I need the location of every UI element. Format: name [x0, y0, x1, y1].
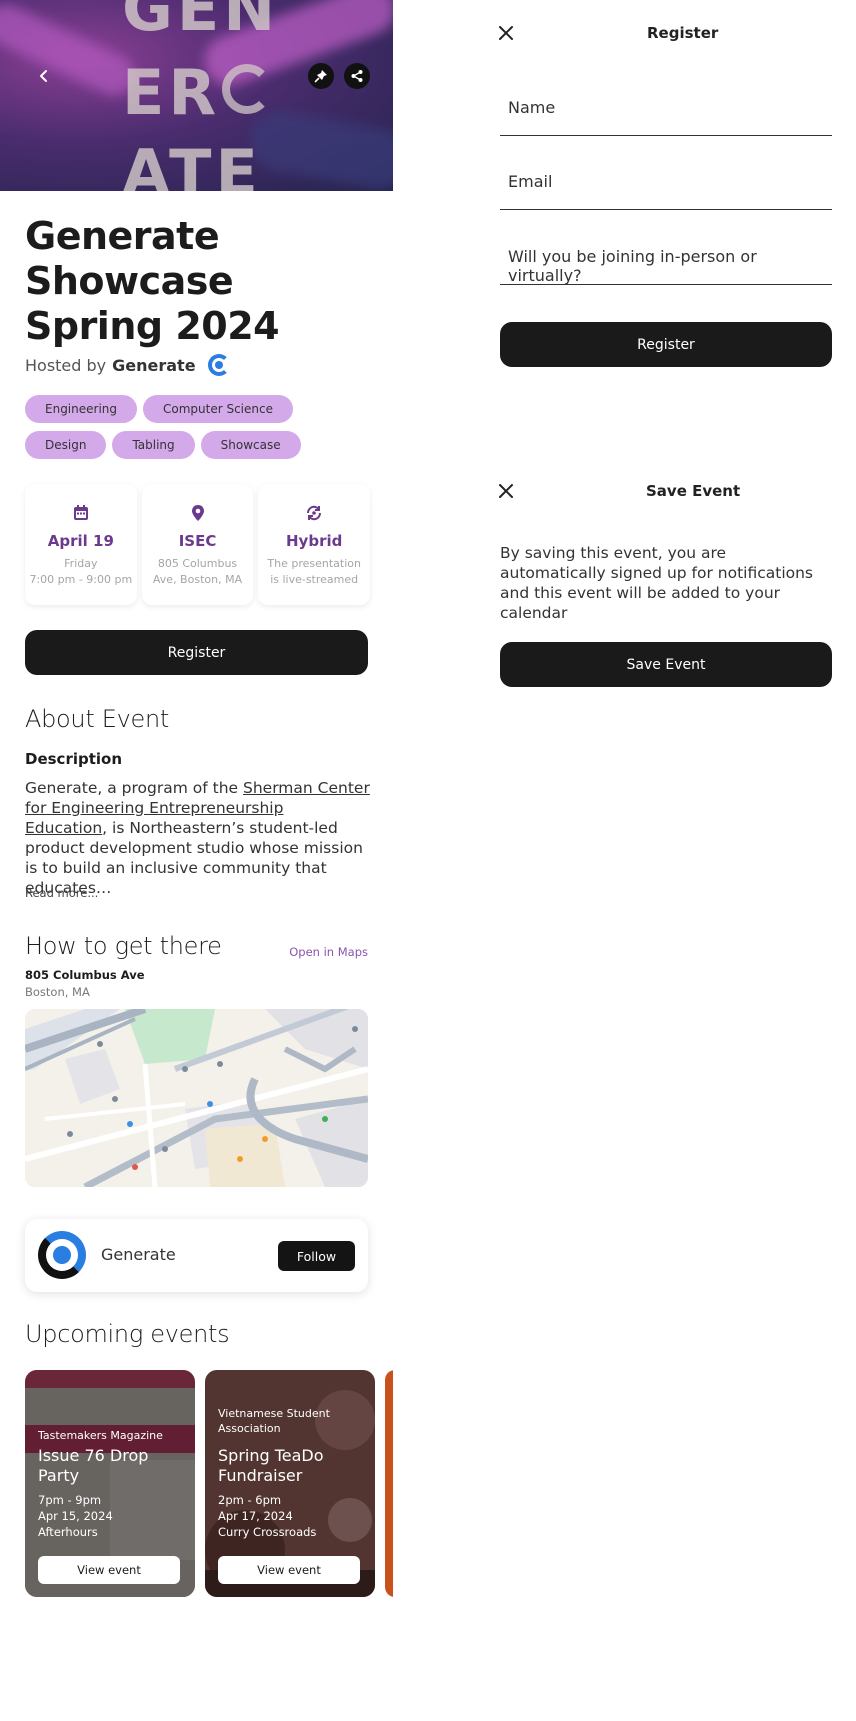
email-field[interactable]: Email [500, 172, 832, 210]
save-modal-title: Save Event [646, 482, 741, 500]
event-place: Curry Crossroads [218, 1525, 317, 1539]
back-button[interactable] [30, 62, 58, 90]
description-heading: Description [25, 750, 123, 768]
hybrid-sync-icon [307, 505, 322, 521]
event-banner: GEN ER ATE [0, 0, 393, 191]
about-heading: About Event [25, 705, 170, 733]
save-event-button[interactable]: Save Event [500, 642, 832, 687]
event-title: Issue 76 Drop Party [38, 1446, 149, 1485]
read-more-link[interactable]: Read more... [25, 886, 98, 900]
date-main: April 19 [47, 532, 114, 550]
follow-button[interactable]: Follow [278, 1241, 355, 1271]
organizer-logo-icon [38, 1231, 86, 1279]
event-card-spring-teado[interactable]: Vietnamese Student Association Spring Te… [205, 1370, 375, 1597]
tag-chip[interactable]: Showcase [200, 431, 301, 459]
description-text: Generate, a program of the [25, 779, 243, 797]
banner-text-3: ATE [122, 136, 262, 192]
event-title: Spring TeaDo Fundraiser [218, 1446, 324, 1485]
event-organizer: Vietnamese Student Association [218, 1407, 330, 1435]
view-event-button[interactable]: View event [38, 1556, 180, 1584]
register-submit-button[interactable]: Register [500, 322, 832, 367]
name-field[interactable]: Name [500, 98, 832, 136]
pin-button[interactable] [308, 63, 334, 89]
attendance-field[interactable]: Will you be joining in-person or virtual… [500, 247, 832, 285]
open-in-maps-link[interactable]: Open in Maps [289, 945, 368, 959]
organizer-card[interactable]: Generate Follow [25, 1219, 368, 1292]
location-address: 805 Columbus Ave, Boston, MA [152, 557, 243, 586]
banner-logo-icon [222, 64, 272, 114]
banner-text-2: ER [122, 56, 221, 129]
address-street: 805 Columbus Ave [25, 968, 145, 982]
tag-chip[interactable]: Computer Science [143, 395, 293, 423]
share-button[interactable] [344, 63, 370, 89]
location-pin-icon [191, 505, 204, 521]
register-modal-title: Register [647, 24, 719, 42]
event-info-cards: April 19 Friday 7:00 pm - 9:00 pm ISEC 8… [25, 484, 371, 605]
tag-chip[interactable]: Tabling [112, 431, 195, 459]
event-details: 2pm - 6pm Apr 17, 2024 Curry Crossroads [218, 1492, 316, 1540]
location-map[interactable] [25, 1009, 368, 1187]
calendar-icon [73, 505, 88, 520]
register-button[interactable]: Register [25, 630, 368, 675]
address-city: Boston, MA [25, 985, 90, 999]
map-image [25, 1009, 368, 1187]
save-modal-message: By saving this event, you are automatica… [500, 544, 814, 622]
directions-heading: How to get there [25, 932, 222, 960]
banner-text-1: GEN [122, 0, 280, 45]
mode-main: Hybrid [286, 532, 343, 550]
event-date: Apr 15, 2024 [38, 1509, 113, 1523]
tag-chip[interactable]: Engineering [25, 395, 137, 423]
share-icon [351, 70, 363, 82]
hosted-by: Hosted by Generate [25, 354, 230, 376]
organizer-name: Generate [101, 1245, 176, 1264]
pin-icon [314, 70, 327, 83]
date-time: 7:00 pm - 9:00 pm [29, 573, 133, 586]
host-name-link[interactable]: Generate [112, 356, 195, 375]
event-details: 7pm - 9pm Apr 15, 2024 Afterhours [38, 1492, 113, 1540]
event-place: Afterhours [38, 1525, 98, 1539]
mode-desc: The presentation is live-streamed [267, 557, 361, 586]
event-organizer: Tastemakers Magazine [38, 1429, 163, 1442]
upcoming-events-heading: Upcoming events [25, 1320, 230, 1348]
event-time: 7pm - 9pm [38, 1493, 102, 1507]
event-title: Generate Showcase Spring 2024 [25, 214, 280, 348]
close-register-icon[interactable] [496, 23, 516, 43]
event-card-issue-76[interactable]: Tastemakers Magazine Issue 76 Drop Party… [25, 1370, 195, 1597]
event-card-next-partial[interactable] [385, 1370, 393, 1597]
event-page: GEN ER ATE Generate Showcase Spring 2024… [0, 0, 393, 1721]
date-day: Friday [64, 557, 98, 570]
event-description: Generate, a program of the Sherman Cente… [25, 778, 370, 898]
event-time: 2pm - 6pm [218, 1493, 282, 1507]
chevron-left-icon [40, 70, 47, 82]
host-logo-icon [207, 354, 230, 376]
tag-list: Engineering Computer Science Design Tabl… [25, 395, 375, 459]
mode-card: Hybrid The presentation is live-streamed [258, 484, 371, 605]
location-card[interactable]: ISEC 805 Columbus Ave, Boston, MA [141, 484, 254, 605]
location-main: ISEC [178, 532, 217, 550]
hosted-by-label: Hosted by [25, 355, 107, 375]
close-save-icon[interactable] [496, 481, 516, 501]
view-event-button[interactable]: View event [218, 1556, 360, 1584]
date-card: April 19 Friday 7:00 pm - 9:00 pm [25, 484, 137, 605]
event-date: Apr 17, 2024 [218, 1509, 293, 1523]
tag-chip[interactable]: Design [25, 431, 107, 459]
